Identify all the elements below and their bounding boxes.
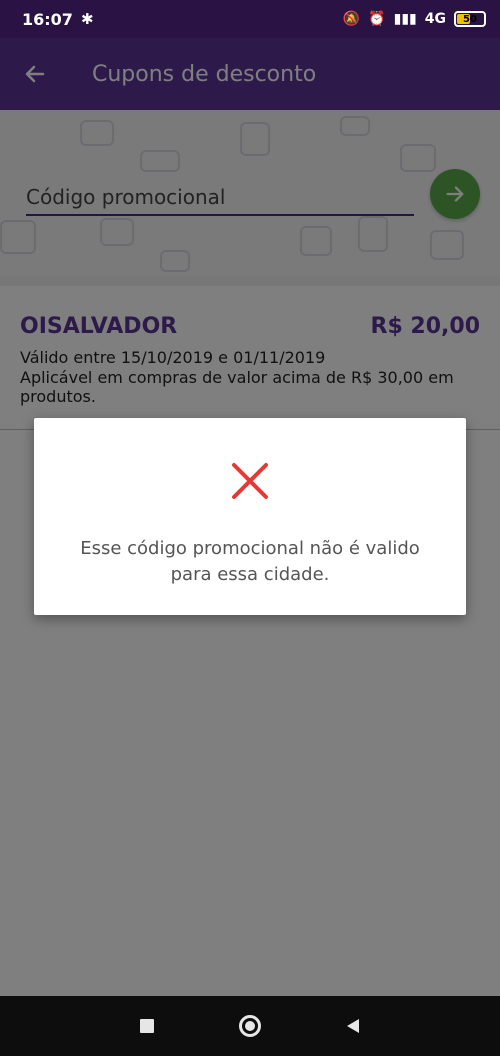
home-button[interactable] [235,1011,265,1041]
circle-icon [239,1015,261,1037]
network-label: 4G [424,11,446,27]
system-nav-bar [0,996,500,1056]
status-bar: 16:07 ✱ 🔕 ⏰ ▮▮▮ 4G 50 [0,0,500,38]
error-x-icon [228,459,272,503]
recent-apps-button[interactable] [132,1011,162,1041]
square-icon [140,1019,154,1033]
dialog-message-line-1: Esse código promocional não é valido [80,538,420,559]
battery-level: 50 [463,13,477,25]
bluetooth-icon: ✱ [80,10,94,28]
system-back-button[interactable] [338,1011,368,1041]
battery-icon: 50 [454,11,486,27]
status-time: 16:07 [22,9,73,29]
signal-icon: ▮▮▮ [393,11,417,27]
triangle-left-icon [347,1019,359,1033]
status-icons: 🔕 ⏰ ▮▮▮ 4G 50 [343,11,486,27]
dialog-message-line-2: para essa cidade. [170,564,330,585]
alarm-icon: ⏰ [368,11,386,27]
mute-icon: 🔕 [342,11,361,27]
dialog-message: Esse código promocional não é valido par… [34,536,466,588]
